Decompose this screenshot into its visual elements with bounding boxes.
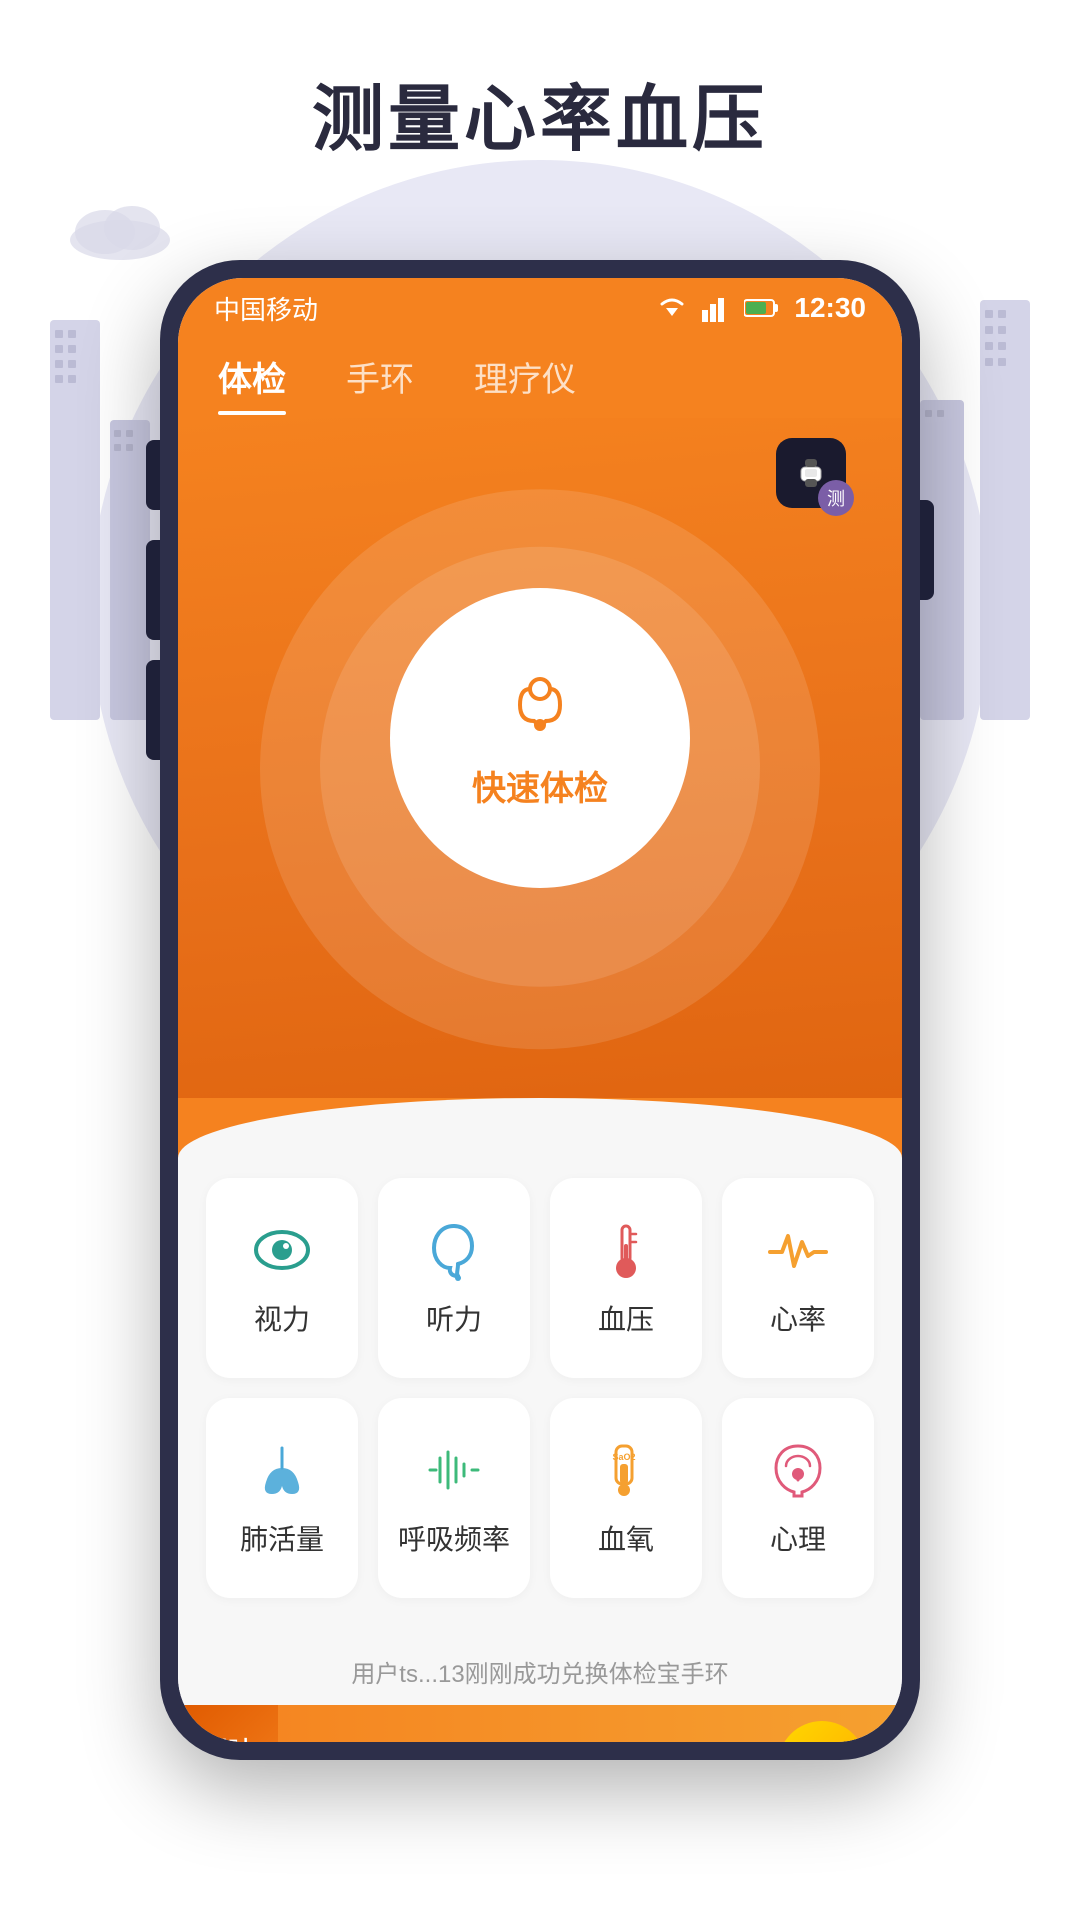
health-grid: 视力 听力 [178, 1158, 902, 1638]
grid-row-1: 视力 听力 [206, 1178, 874, 1378]
lung-icon [250, 1438, 314, 1502]
grid-item-breathing-label: 呼吸频率 [398, 1518, 510, 1558]
grid-item-bp-label: 血压 [598, 1298, 654, 1338]
grid-item-bo-label: 血氧 [598, 1518, 654, 1558]
grid-item-hearing[interactable]: 听力 [378, 1178, 530, 1378]
grid-item-hearing-label: 听力 [426, 1298, 482, 1338]
status-right-icons: 12:30 [656, 292, 866, 324]
device-badge[interactable]: 测 [776, 438, 866, 528]
notification-bar: 用户ts...13刚刚成功兑换体检宝手环 [178, 1638, 902, 1705]
carrier-label: 中国移动 [214, 290, 318, 327]
heartrate-icon [766, 1218, 830, 1282]
tab-therapy[interactable]: 理疗仪 [474, 338, 576, 415]
grid-item-psych-label: 心理 [770, 1518, 826, 1558]
vol-up-button [146, 540, 160, 640]
page-title: 测量心率血压 [0, 60, 1080, 165]
wifi-icon [656, 294, 688, 322]
quick-exam-label: 快速体检 [472, 761, 608, 810]
phone-wrapper: 中国移动 [160, 260, 920, 1740]
ear-icon [422, 1218, 486, 1282]
time-label: 12:30 [794, 292, 866, 324]
banner-badge-text: 限时 福利 [206, 1736, 250, 1742]
svg-text:SaO2: SaO2 [612, 1452, 635, 1462]
notification-text: 用户ts...13刚刚成功兑换体检宝手环 [351, 1661, 728, 1688]
phone-screen: 中国移动 [178, 278, 902, 1742]
grid-item-blood-oxygen[interactable]: SaO2 血氧 [550, 1398, 702, 1598]
power-button [920, 500, 934, 600]
vol-silent-button [146, 440, 160, 510]
grid-item-lung[interactable]: 肺活量 [206, 1398, 358, 1598]
status-bar: 中国移动 [178, 278, 902, 338]
sao2-icon: SaO2 [594, 1438, 658, 1502]
device-measure-badge: 测 [818, 480, 854, 516]
tab-exam[interactable]: 体检 [218, 338, 286, 415]
grid-item-psychology[interactable]: 心理 [722, 1398, 874, 1598]
grid-item-blood-pressure[interactable]: 血压 [550, 1178, 702, 1378]
phone-frame: 中国移动 [160, 260, 920, 1760]
stethoscope-icon [500, 667, 580, 747]
battery-icon [744, 298, 780, 318]
quick-exam-button[interactable]: 快速体检 [390, 588, 690, 888]
device-icon: 测 [776, 438, 846, 508]
signal-icon [702, 294, 730, 322]
city-right [910, 220, 1050, 725]
tab-bracelet[interactable]: 手环 [346, 338, 414, 415]
grid-item-hr-label: 心率 [770, 1298, 826, 1338]
vol-down-button [146, 660, 160, 760]
eye-icon [250, 1218, 314, 1282]
grid-item-vision-label: 视力 [254, 1298, 310, 1338]
grid-item-lung-label: 肺活量 [240, 1518, 324, 1558]
main-content-orange: 测 快速体检 [178, 418, 902, 1098]
banner-badge: 限时 福利 [178, 1705, 278, 1742]
promo-banner[interactable]: 限时 福利 免费领取体检宝手环 抢 [178, 1705, 902, 1742]
breathing-icon [422, 1438, 486, 1502]
grid-row-2: 肺活量 呼吸频率 [206, 1398, 874, 1598]
grid-item-breathing[interactable]: 呼吸频率 [378, 1398, 530, 1598]
banner-grab-button[interactable]: 抢 [778, 1721, 866, 1742]
page-background: 测量心率血压 [0, 0, 1080, 1920]
grid-item-vision[interactable]: 视力 [206, 1178, 358, 1378]
psychology-icon [766, 1438, 830, 1502]
thermometer-icon [594, 1218, 658, 1282]
grid-item-heart-rate[interactable]: 心率 [722, 1178, 874, 1378]
wave-separator [178, 1098, 902, 1158]
tab-bar: 体检 手环 理疗仪 [178, 338, 902, 418]
